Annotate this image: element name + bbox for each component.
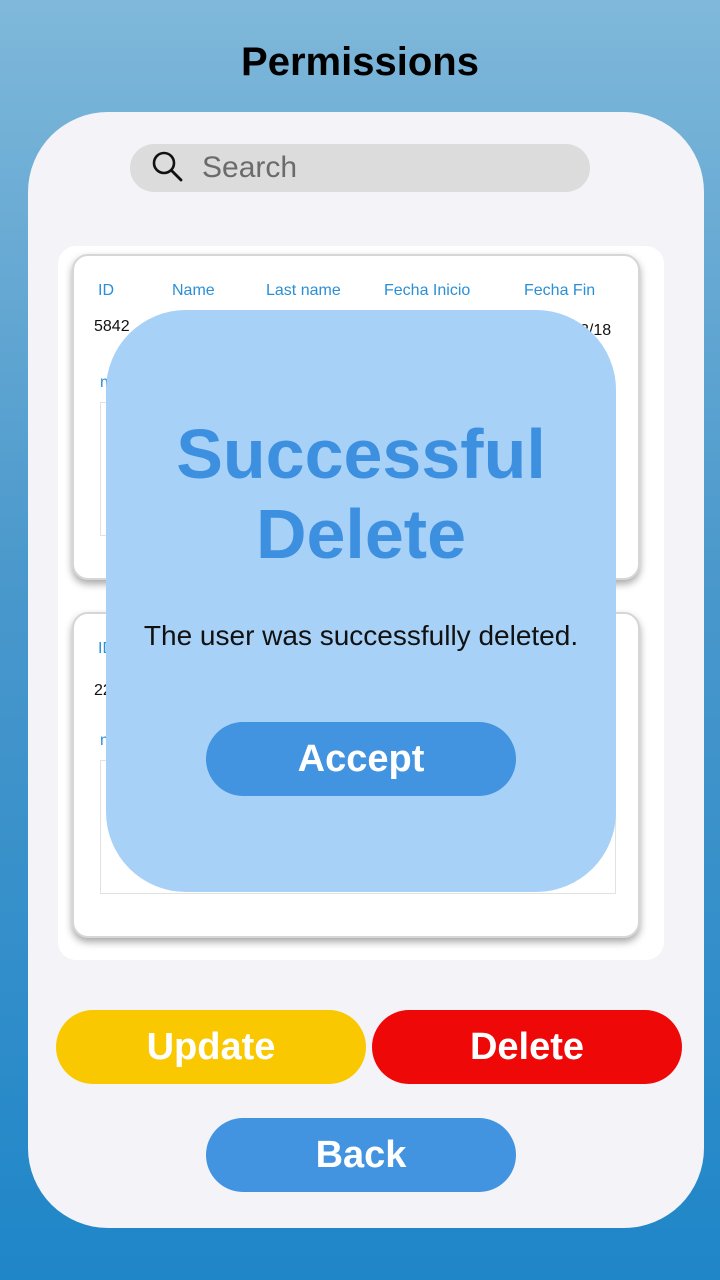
- back-button[interactable]: Back: [206, 1118, 516, 1192]
- page-title: Permissions: [241, 40, 479, 84]
- cell-id: 5842: [94, 318, 130, 335]
- column-header-last-name: Last name: [266, 282, 341, 299]
- column-header-name: Name: [172, 282, 215, 299]
- accept-button[interactable]: Accept: [206, 722, 516, 796]
- column-header-fecha-fin: Fecha Fin: [524, 282, 596, 299]
- update-button[interactable]: Update: [56, 1010, 366, 1084]
- column-header-id: ID: [98, 282, 114, 299]
- search-input[interactable]: [202, 151, 562, 185]
- dialog-title: Successful Delete: [176, 415, 546, 573]
- success-dialog: Successful Delete The user was successfu…: [106, 310, 616, 892]
- search-icon: [150, 149, 184, 188]
- dialog-message: The user was successfully deleted.: [143, 620, 579, 651]
- column-header-fecha-inicio: Fecha Inicio: [384, 282, 471, 299]
- search-bar[interactable]: [130, 144, 590, 192]
- delete-button[interactable]: Delete: [372, 1010, 682, 1084]
